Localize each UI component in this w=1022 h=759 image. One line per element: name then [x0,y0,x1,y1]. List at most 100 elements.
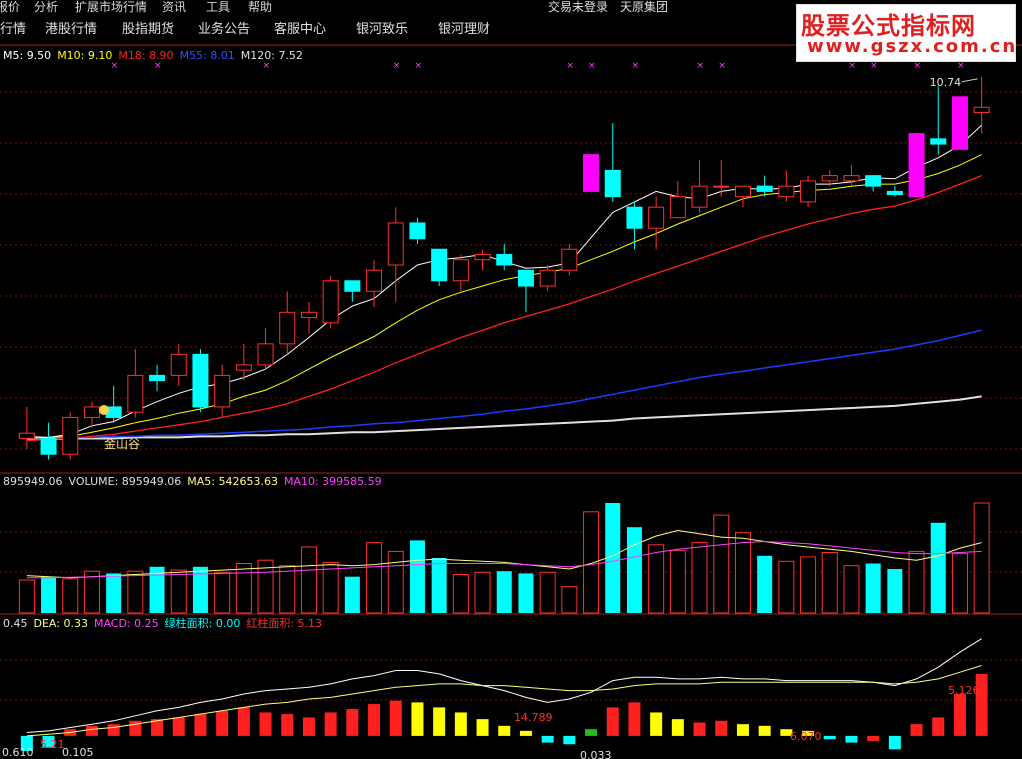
menu-quote[interactable]: 报价 [0,0,20,14]
candle-body [734,185,751,198]
macd-panel[interactable]: 14.789 6.070 5.126 0.610 5.210.105 0.033 [2,638,988,759]
macd-value-label: 0.033 [580,749,612,759]
signal-icon [99,405,109,415]
candle-body [648,206,665,229]
candle-body [40,437,57,455]
macd-bar [324,712,337,736]
macd-bar [85,725,98,736]
legend-ma55: M55: 8.01 [179,49,235,62]
signal-x-marker: × [588,61,596,71]
menu-analysis[interactable]: 分析 [34,0,58,14]
kline-chart[interactable]: 10.74 金山谷 14.789 6.070 5.126 0.610 5.210.105 0… [0,0,1022,759]
volume-ma5-line [26,529,982,579]
legend-vol-ma5: MA5: 542653.63 [187,475,278,488]
candle-body [908,133,925,198]
volume-bar [322,561,339,614]
volume-bar [583,511,600,614]
macd-bar [845,735,858,743]
legend-ma120: M120: 7.52 [240,49,303,62]
volume-bar [757,555,773,613]
volume-bar [41,576,57,613]
volume-panel[interactable] [18,502,990,614]
tab-galaxy-fun[interactable]: 银河致乐 [356,18,408,42]
volume-bar [800,556,817,614]
macd-bar [585,729,598,736]
macd-bar [411,702,424,736]
macd-bar [715,720,728,736]
volume-bar [62,578,79,614]
macd-bar [910,724,923,736]
candle-body [18,432,35,439]
macd-bar [519,730,532,736]
signal-x-marker: × [870,61,878,71]
macd-value-label: 6.070 [790,730,822,743]
menu-news[interactable]: 资讯 [162,0,186,14]
volume-bar [648,544,665,614]
volume-legend: 895949.06 VOLUME: 895949.06 MA5: 542653.63… [3,475,388,489]
candle-body [604,169,621,198]
volume-bar [344,576,360,613]
volume-bar [669,549,686,614]
macd-bar [302,717,315,736]
legend-vol-ma10: MA10: 399585.59 [283,475,382,488]
volume-bar [409,540,425,613]
candle-body [517,269,534,287]
ma55-line [26,329,982,440]
candle-body [713,185,730,188]
candle-body [539,269,556,287]
legend-vol-prefix: 895949.06 [3,475,63,488]
ma18-line [26,174,982,442]
dea-line [26,665,982,737]
price-panel[interactable]: 10.74 金山谷 [18,76,990,460]
tab-quotes[interactable]: 行情 [0,18,26,42]
menu-ext-market[interactable]: 扩展市场行情 [75,0,147,14]
volume-bar [734,532,751,614]
candle-body [951,96,968,150]
ma5-line [26,124,982,438]
legend-volume: VOLUME: 895949.06 [68,475,182,488]
tab-hk-stocks[interactable]: 港股行情 [45,18,97,42]
volume-bar [170,569,187,614]
candle-body [300,311,317,319]
signal-x-marker: × [848,61,856,71]
jinshangu-annotation: 金山谷 [104,436,140,451]
volume-bar [387,550,404,614]
volume-bar [474,571,491,614]
legend-ma10: M10: 9.10 [57,49,113,62]
legend-dif: 0.45 [3,617,28,630]
legend-macd: MACD: 0.25 [93,617,159,630]
macd-bar [650,712,663,736]
legend-red-area: 红柱面积: 5.13 [246,617,323,630]
macd-bar [867,735,880,741]
macd-bar [389,700,402,736]
candle-body [756,185,773,192]
candle-body [214,374,231,408]
volume-bar [626,527,642,613]
tab-customer-service[interactable]: 客服中心 [274,18,326,42]
volume-bar [843,565,860,614]
candle-body [973,106,990,114]
candle-body [496,253,513,266]
menu-help[interactable]: 帮助 [248,0,272,14]
macd-bar [281,714,294,736]
macd-bar [216,710,229,736]
macd-value-label: 14.789 [514,711,553,724]
candle-body [387,222,404,266]
volume-bar [279,565,296,614]
macd-bar [953,694,966,736]
login-status[interactable]: 交易未登录 [548,0,608,14]
candle-body [192,353,209,408]
macd-bar [172,717,185,736]
tab-galaxy-finance[interactable]: 银河理财 [438,18,490,42]
signal-x-marker: × [718,61,726,71]
high-price-arrow [961,78,978,83]
tab-announcements[interactable]: 业务公告 [198,18,250,42]
volume-bar [691,542,708,614]
candle-body [366,269,383,292]
menu-tools[interactable]: 工具 [206,0,230,14]
macd-bar [346,709,359,736]
signal-x-marker: × [697,61,705,71]
volume-bar [887,569,903,613]
candle-body [235,364,252,371]
tab-index-futures[interactable]: 股指期货 [122,18,174,42]
